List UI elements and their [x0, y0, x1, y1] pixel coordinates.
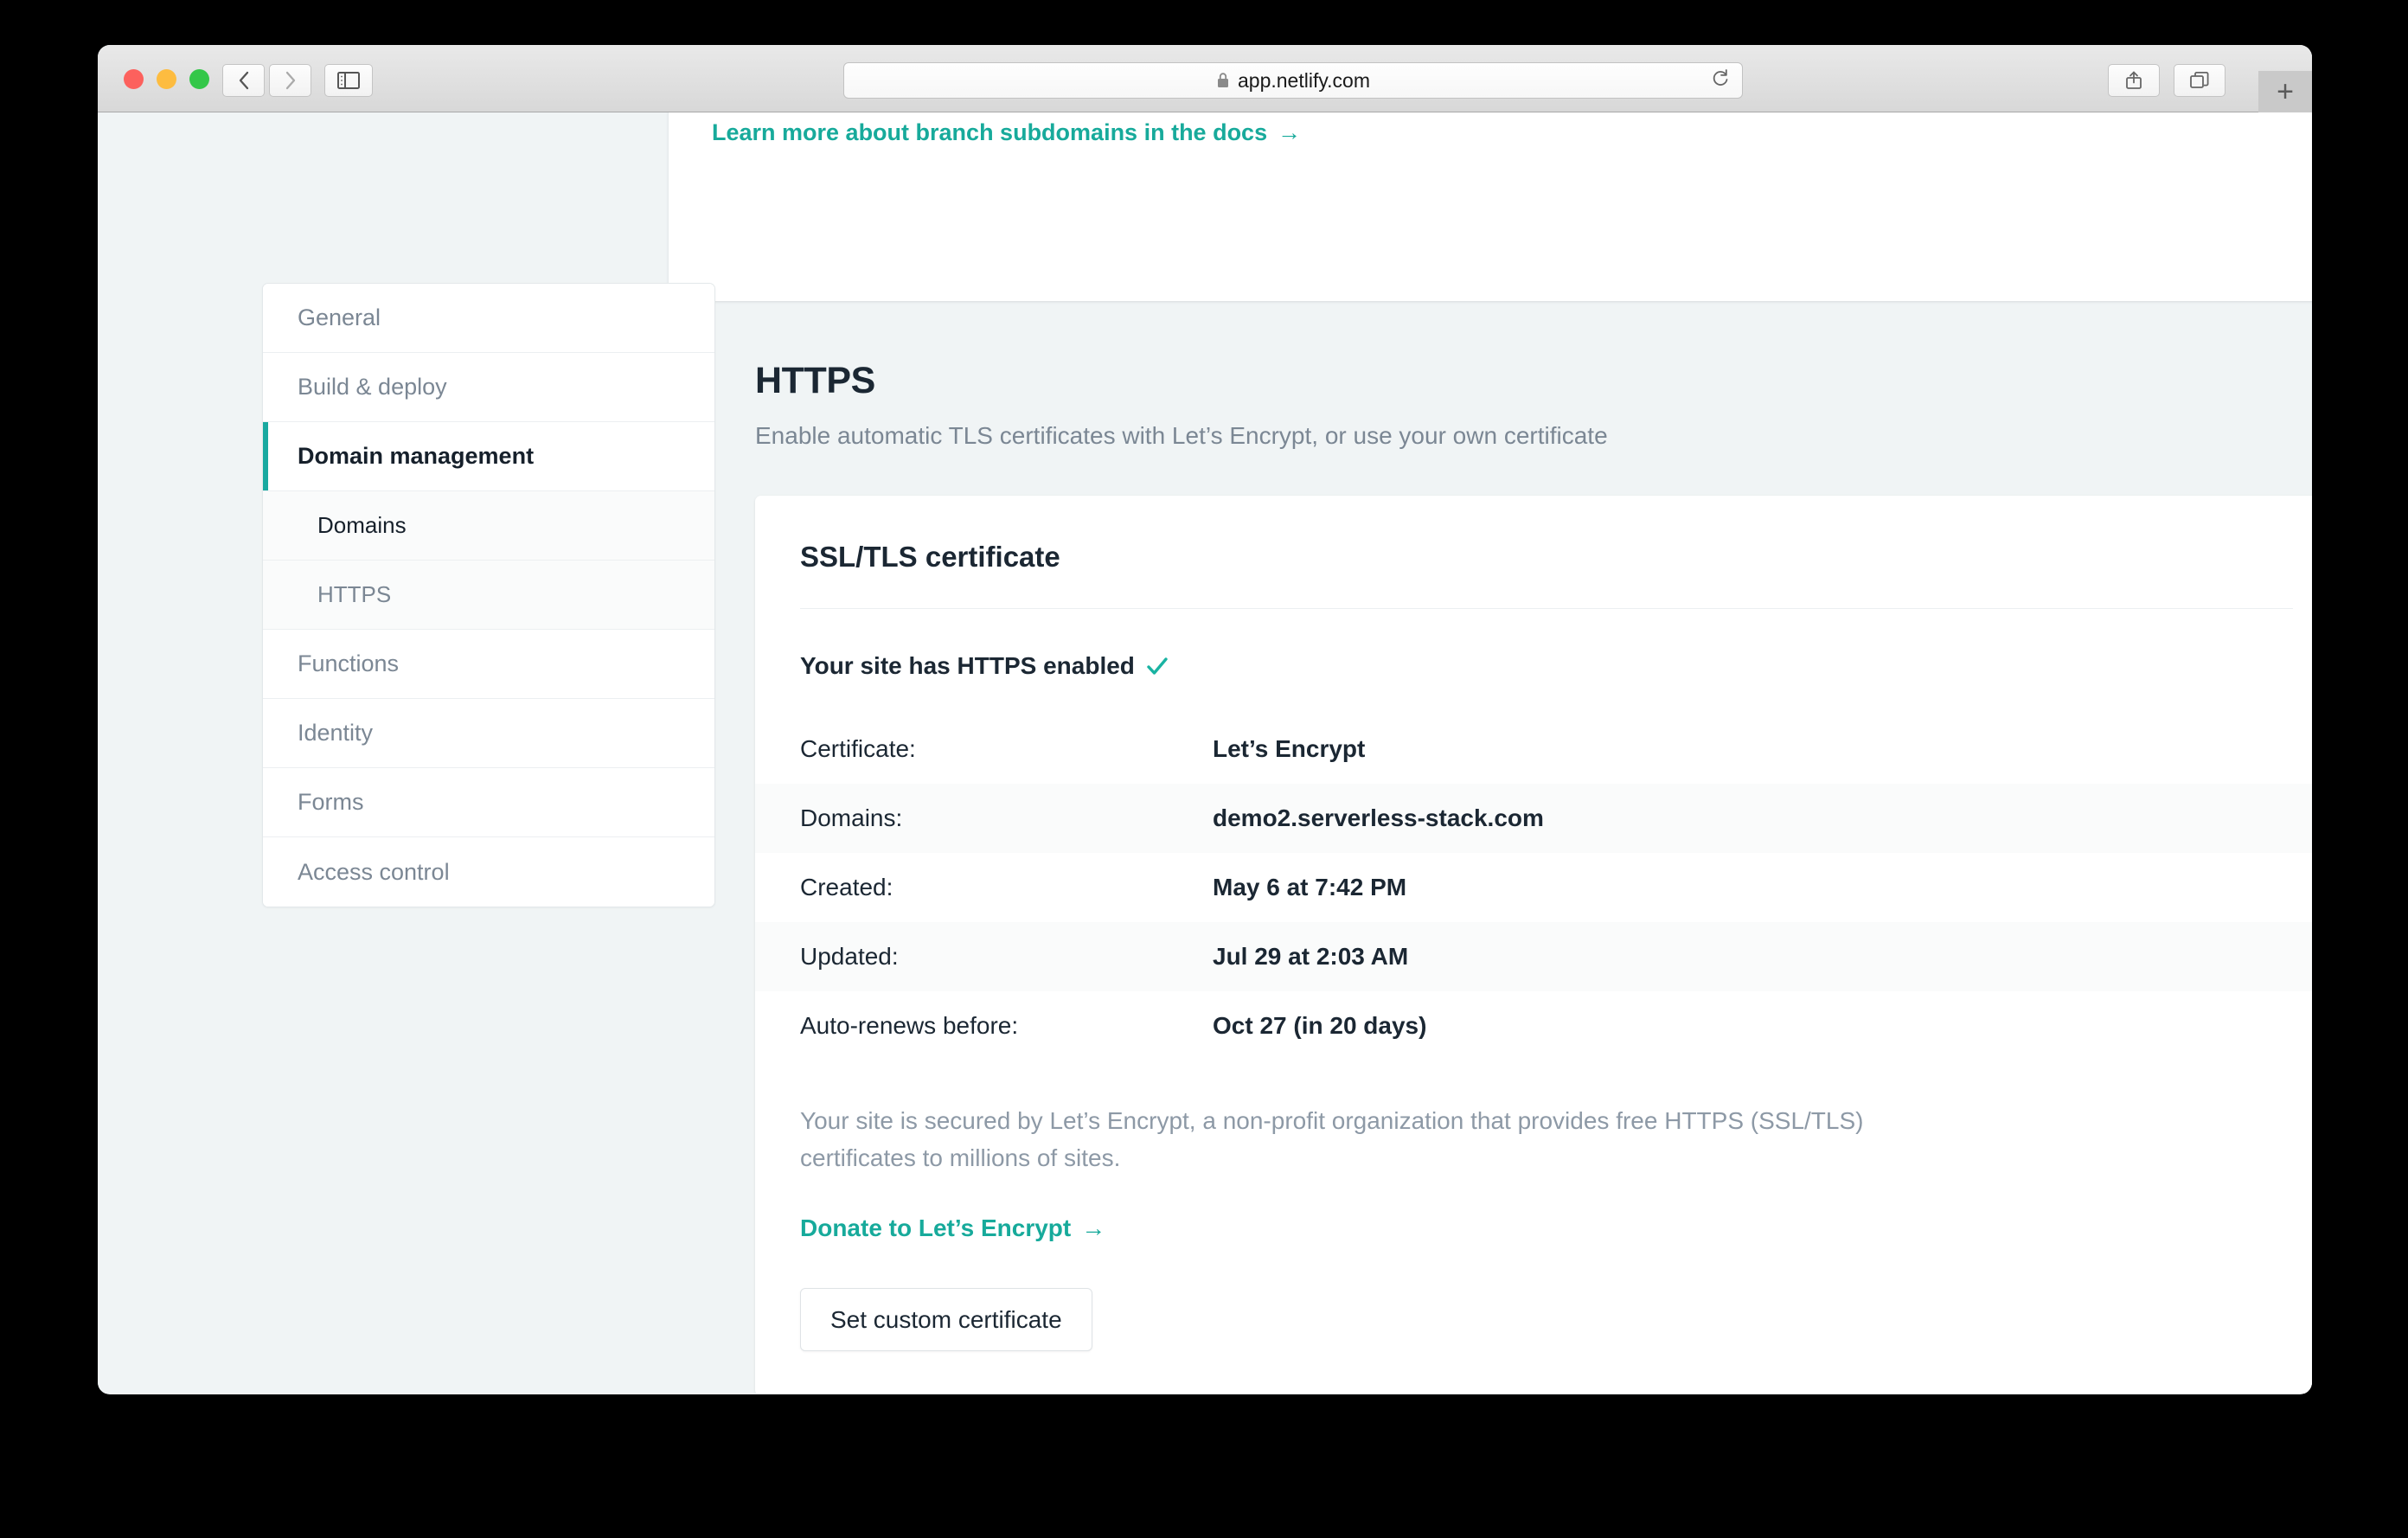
sidebar-item-identity[interactable]: Identity — [263, 699, 714, 768]
row-value: May 6 at 7:42 PM — [1213, 874, 1407, 900]
browser-right-tools — [2108, 64, 2225, 97]
reload-icon — [1713, 69, 1728, 86]
close-window-button[interactable] — [124, 69, 144, 89]
address-bar-content: app.netlify.com — [1216, 69, 1370, 93]
https-status: Your site has HTTPS enabled — [755, 609, 2312, 680]
table-row: Created: May 6 at 7:42 PM — [755, 853, 2312, 922]
row-label: Created: — [800, 874, 893, 900]
sidebar-toggle-icon — [337, 72, 360, 89]
table-row: Auto-renews before: Oct 27 (in 20 days) — [755, 991, 2312, 1061]
tab-overview-icon — [2190, 72, 2209, 88]
address-bar[interactable]: app.netlify.com — [843, 62, 1743, 99]
share-icon — [2126, 71, 2142, 89]
sidebar-item-access-control[interactable]: Access control — [263, 837, 714, 907]
arrow-right-icon: → — [1081, 1214, 1106, 1241]
sidebar-item-label: Domains — [317, 512, 407, 538]
arrow-right-icon: → — [1278, 119, 1302, 145]
branch-subdomains-card: Learn more about branch subdomains in th… — [669, 112, 2312, 301]
sidebar-item-general[interactable]: General — [263, 284, 714, 353]
window-traffic-lights — [124, 69, 209, 89]
table-row: Domains: demo2.serverless-stack.com — [755, 784, 2312, 853]
sidebar-item-label: Domain management — [298, 443, 535, 469]
card-header: SSL/TLS certificate — [755, 496, 2312, 574]
new-tab-button[interactable]: + — [2258, 71, 2312, 112]
sidebar-item-label: Forms — [298, 789, 364, 815]
chevron-left-icon — [239, 71, 248, 90]
browser-titlebar: app.netlify.com + — [98, 45, 2312, 112]
page-title: HTTPS — [755, 360, 875, 401]
ssl-certificate-card: SSL/TLS certificate Your site has HTTPS … — [755, 496, 2312, 1394]
sidebar-toggle-button[interactable] — [324, 64, 373, 97]
sidebar-toggle-container — [324, 64, 373, 97]
reload-button[interactable] — [1711, 68, 1730, 93]
check-icon — [1146, 655, 1169, 677]
sidebar-item-domains[interactable]: Domains — [263, 491, 714, 561]
row-label: Auto-renews before: — [800, 1012, 1019, 1039]
donate-link-label: Donate to Let’s Encrypt — [800, 1214, 1072, 1241]
minimize-window-button[interactable] — [157, 69, 176, 89]
donate-link[interactable]: Donate to Let’s Encrypt → — [800, 1214, 1105, 1242]
certificate-note: Your site is secured by Let’s Encrypt, a… — [800, 1107, 1864, 1172]
row-label: Domains: — [800, 804, 903, 831]
page-subtitle: Enable automatic TLS certificates with L… — [755, 422, 1608, 449]
table-row: Updated: Jul 29 at 2:03 AM — [755, 922, 2312, 991]
certificate-details-table: Certificate: Let’s Encrypt Domains: demo… — [755, 715, 2312, 1061]
forward-button[interactable] — [269, 64, 311, 97]
lock-icon — [1218, 73, 1228, 87]
back-button[interactable] — [222, 64, 265, 97]
row-value: demo2.serverless-stack.com — [1213, 804, 1544, 831]
sidebar-item-https[interactable]: HTTPS — [263, 561, 714, 630]
chevron-right-icon — [285, 71, 295, 90]
row-value: Let’s Encrypt — [1213, 735, 1366, 762]
sidebar-item-label: Access control — [298, 858, 450, 885]
sidebar-item-label: General — [298, 304, 381, 330]
url-text: app.netlify.com — [1238, 68, 1370, 92]
page-viewport: Learn more about branch subdomains in th… — [98, 112, 2312, 1394]
branch-subdomains-docs-link-label: Learn more about branch subdomains in th… — [712, 119, 1268, 145]
https-status-label: Your site has HTTPS enabled — [800, 652, 1135, 679]
sidebar-item-domain-management[interactable]: Domain management — [263, 422, 714, 491]
row-value: Oct 27 (in 20 days) — [1213, 1012, 1427, 1039]
navigation-buttons — [222, 64, 311, 97]
sidebar-item-label: Identity — [298, 720, 374, 746]
sidebar-item-label: HTTPS — [317, 581, 392, 607]
sidebar-item-functions[interactable]: Functions — [263, 630, 714, 699]
main-content: HTTPS Enable automatic TLS certificates … — [755, 360, 2312, 1394]
sidebar-item-label: Functions — [298, 650, 400, 676]
settings-sidebar: General Build & deploy Domain management… — [262, 283, 715, 907]
sidebar-item-label: Build & deploy — [298, 374, 447, 400]
share-button[interactable] — [2108, 64, 2160, 97]
sidebar-item-forms[interactable]: Forms — [263, 768, 714, 837]
row-value: Jul 29 at 2:03 AM — [1213, 943, 1409, 970]
sidebar-item-build-deploy[interactable]: Build & deploy — [263, 353, 714, 422]
set-custom-certificate-button[interactable]: Set custom certificate — [800, 1287, 1092, 1351]
row-label: Certificate: — [800, 735, 916, 762]
row-label: Updated: — [800, 943, 899, 970]
browser-window: app.netlify.com + Learn more about branc… — [98, 45, 2312, 1394]
tab-overview-button[interactable] — [2174, 64, 2225, 97]
maximize-window-button[interactable] — [189, 69, 209, 89]
branch-subdomains-docs-link[interactable]: Learn more about branch subdomains in th… — [712, 119, 1301, 146]
card-title: SSL/TLS certificate — [800, 541, 1060, 573]
table-row: Certificate: Let’s Encrypt — [755, 715, 2312, 784]
